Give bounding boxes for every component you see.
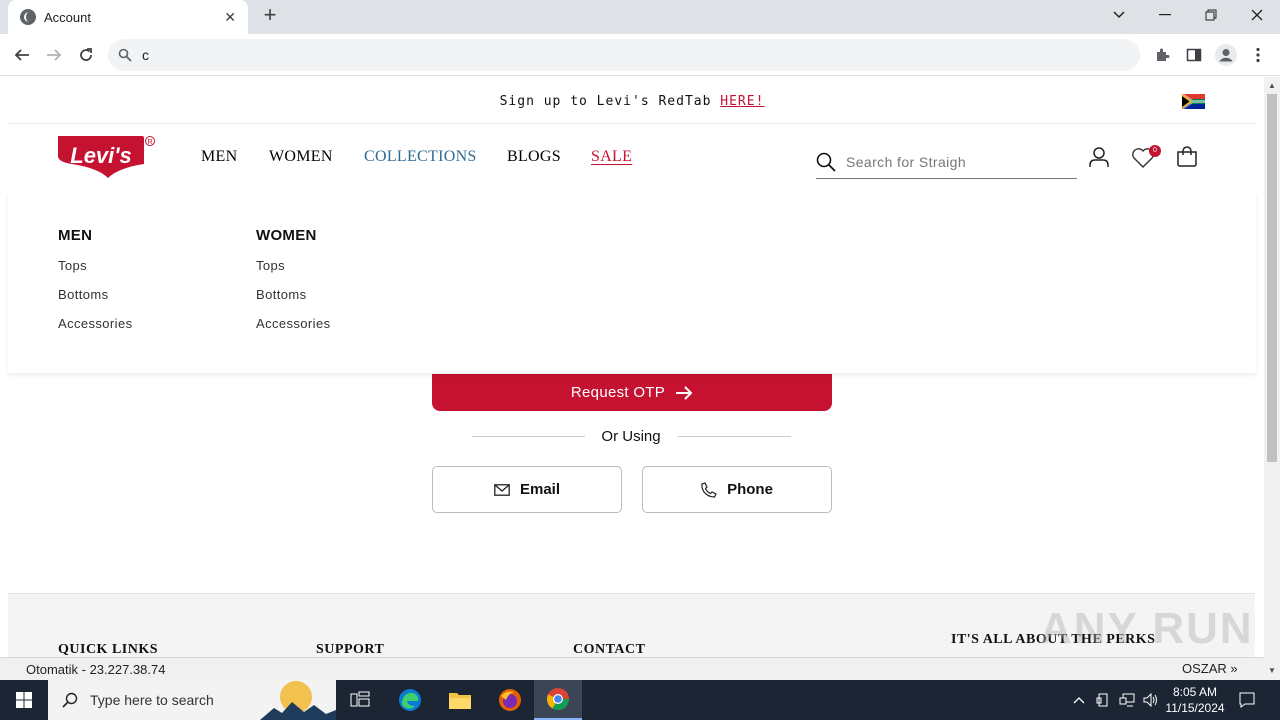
restore-icon[interactable] <box>1188 0 1234 30</box>
phone-label: Phone <box>727 481 773 498</box>
search-highlight-image <box>260 681 336 720</box>
tab-search-icon[interactable] <box>1096 0 1142 30</box>
mega-menu-item[interactable]: Bottoms <box>58 287 132 302</box>
mega-menu-item[interactable]: Accessories <box>58 316 132 331</box>
account-icon[interactable] <box>1087 145 1113 171</box>
nav-blogs[interactable]: BLOGS <box>507 148 561 166</box>
request-otp-button[interactable]: Request OTP <box>432 374 832 411</box>
wishlist-count-badge: 0 <box>1149 145 1161 157</box>
clock-date: 11/15/2024 <box>1165 701 1225 715</box>
tray-device-icon[interactable] <box>1092 680 1114 720</box>
taskbar-search-placeholder: Type here to search <box>90 692 214 708</box>
globe-icon <box>20 9 36 25</box>
reload-icon[interactable] <box>74 43 98 67</box>
close-window-icon[interactable] <box>1234 0 1280 30</box>
mega-menu-item[interactable]: Accessories <box>256 316 330 331</box>
email-login-button[interactable]: Email <box>432 466 622 513</box>
back-icon[interactable] <box>10 43 34 67</box>
mega-menu-column-men: MEN Tops Bottoms Accessories <box>58 227 132 345</box>
mega-menu-column-women: WOMEN Tops Bottoms Accessories <box>256 227 330 345</box>
mail-icon <box>494 483 510 496</box>
nav-sale[interactable]: SALE <box>591 148 632 166</box>
header-divider <box>8 123 1256 124</box>
page-scrollbar[interactable]: ▲ ▼ <box>1264 77 1280 680</box>
scroll-down-arrow-icon[interactable]: ▼ <box>1264 664 1280 678</box>
search-input[interactable]: Search for Straigh <box>846 154 966 170</box>
tab-title: Account <box>44 9 91 25</box>
scroll-up-arrow-icon[interactable]: ▲ <box>1264 79 1280 93</box>
promo-text: Sign up to Levi's RedTab <box>499 94 721 109</box>
network-status: Otomatik - 23.227.38.74 <box>26 662 166 677</box>
request-otp-label: Request OTP <box>570 384 666 401</box>
taskbar-clock[interactable]: 8:05 AM 11/15/2024 <box>1160 684 1230 716</box>
nav-collections[interactable]: COLLECTIONS <box>364 148 477 166</box>
south-africa-flag-icon[interactable] <box>1182 94 1205 109</box>
new-tab-button[interactable]: + <box>258 4 282 28</box>
nav-women[interactable]: WOMEN <box>269 148 333 166</box>
web-page: Sign up to Levi's RedTab HERE! Levi's R … <box>0 77 1264 657</box>
tab-close-icon[interactable]: ✕ <box>224 9 236 26</box>
mega-menu-heading[interactable]: MEN <box>58 227 132 244</box>
promo-link[interactable]: HERE! <box>720 94 764 109</box>
search-icon <box>118 48 132 62</box>
notifications-icon[interactable] <box>1236 680 1258 720</box>
or-using-label: Or Using <box>601 428 661 445</box>
anyrun-watermark: ANY RUN <box>1040 604 1254 653</box>
levis-logo[interactable]: Levi's R <box>58 136 158 178</box>
extensions-icon[interactable] <box>1150 43 1174 67</box>
mega-menu-dropdown: MEN Tops Bottoms Accessories WOMEN Tops … <box>8 193 1256 373</box>
logo-text: Levi's <box>70 143 132 168</box>
footer-contact-heading: CONTACT <box>573 642 646 657</box>
search-icon <box>62 692 78 708</box>
status-strip: Otomatik - 23.227.38.74 OSZAR » <box>0 657 1264 680</box>
windows-taskbar: Type here to search 8:05 AM 11/15/2024 <box>0 680 1280 720</box>
mega-menu-heading[interactable]: WOMEN <box>256 227 330 244</box>
clock-time: 8:05 AM <box>1172 685 1218 699</box>
browser-tab-bar: Account ✕ + <box>0 0 1280 34</box>
tray-chevron-up-icon[interactable] <box>1068 680 1090 720</box>
volume-icon[interactable] <box>1140 680 1162 720</box>
scrollbar-thumb[interactable] <box>1267 94 1277 462</box>
side-panel-icon[interactable] <box>1182 43 1206 67</box>
cart-icon[interactable] <box>1175 145 1201 171</box>
site-search[interactable]: Search for Straigh <box>816 145 1077 179</box>
file-explorer-icon[interactable] <box>436 680 484 720</box>
chrome-icon[interactable] <box>534 680 582 720</box>
svg-text:R: R <box>147 139 152 146</box>
network-icon[interactable] <box>1116 680 1138 720</box>
forward-icon[interactable] <box>42 43 66 67</box>
profile-icon[interactable] <box>1214 43 1238 67</box>
footer-quick-links-heading: QUICK LINKS <box>58 642 159 657</box>
menu-kebab-icon[interactable] <box>1246 43 1270 67</box>
address-bar[interactable]: c <box>108 39 1140 71</box>
nav-men[interactable]: MEN <box>201 148 237 166</box>
footer-support-heading: SUPPORT <box>316 642 385 657</box>
mega-menu-item[interactable]: Tops <box>58 258 132 273</box>
task-view-icon[interactable] <box>336 680 384 720</box>
edge-browser-icon[interactable] <box>386 680 434 720</box>
divider-left <box>472 436 585 437</box>
mega-menu-item[interactable]: Bottoms <box>256 287 330 302</box>
windows-logo-icon <box>16 692 32 708</box>
search-icon <box>816 152 836 172</box>
phone-icon <box>701 481 717 498</box>
email-label: Email <box>519 481 561 498</box>
taskbar-search-box[interactable]: Type here to search <box>48 680 336 720</box>
promo-banner: Sign up to Levi's RedTab HERE! <box>0 94 1264 109</box>
mega-menu-item[interactable]: Tops <box>256 258 330 273</box>
address-text: c <box>142 47 149 63</box>
phone-login-button[interactable]: Phone <box>642 466 832 513</box>
firefox-icon[interactable] <box>486 680 534 720</box>
windows-start-button[interactable] <box>0 680 48 720</box>
browser-toolbar: c <box>0 34 1280 76</box>
minimize-icon[interactable] <box>1142 0 1188 30</box>
divider-right <box>678 436 791 437</box>
locale-status: OSZAR » <box>1182 661 1238 676</box>
browser-tab[interactable]: Account ✕ <box>8 0 248 34</box>
arrow-right-icon <box>676 385 693 400</box>
